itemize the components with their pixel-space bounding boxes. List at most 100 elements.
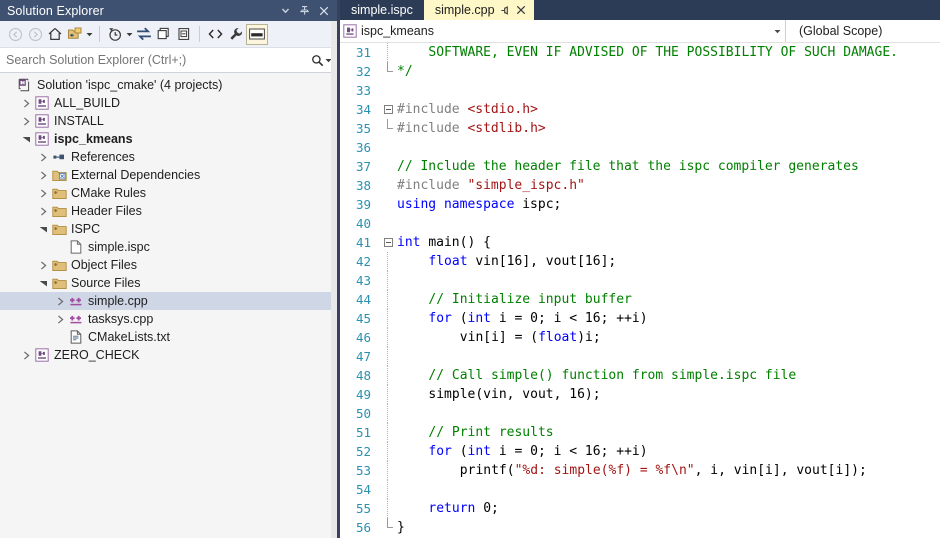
sync-arrows-icon[interactable]	[134, 23, 154, 45]
close-icon[interactable]	[314, 1, 333, 20]
code-line[interactable]: 44 // Initialize input buffer	[337, 290, 940, 309]
tree-item-references[interactable]: References	[0, 148, 337, 166]
properties-window-icon[interactable]	[246, 23, 268, 45]
search-icon[interactable]	[311, 54, 324, 67]
collapse-all-icon[interactable]	[174, 23, 194, 45]
tree-item-cmake-rules[interactable]: CMake Rules	[0, 184, 337, 202]
code-line[interactable]: 36	[337, 138, 940, 157]
chevron-down-icon[interactable]	[276, 1, 295, 20]
refresh-windows-icon[interactable]	[154, 23, 174, 45]
scope-dropdown[interactable]: (Global Scope)	[786, 20, 940, 42]
code-line[interactable]: 31 SOFTWARE, EVEN IF ADVISED OF THE POSSI…	[337, 43, 940, 62]
forward-button[interactable]	[25, 23, 45, 45]
expander-collapsed-icon[interactable]	[54, 310, 67, 328]
wrench-icon[interactable]	[226, 23, 246, 45]
line-number: 48	[355, 368, 371, 383]
expander-collapsed-icon[interactable]	[20, 112, 33, 130]
code-line[interactable]: 37 // Include the header file that the is…	[337, 157, 940, 176]
project-caret-down-icon[interactable]	[769, 29, 785, 34]
editor-tab-simple-cpp[interactable]: simple.cpp	[423, 0, 534, 20]
collapse-region-icon[interactable]	[379, 100, 397, 119]
pane-divider[interactable]	[337, 0, 340, 538]
code-line[interactable]: 48 // Call simple() function from simple.…	[337, 366, 940, 385]
tree-item-ispc-kmeans[interactable]: ispc_kmeans	[0, 130, 337, 148]
code-line[interactable]: 34 #include <stdio.h>	[337, 100, 940, 119]
expander-collapsed-icon[interactable]	[37, 166, 50, 184]
cpp-file-icon	[67, 292, 85, 310]
expander-expanded-icon[interactable]	[37, 274, 50, 292]
fold-guide	[379, 309, 397, 328]
code-line[interactable]: 40	[337, 214, 940, 233]
code-line[interactable]: 32 */	[337, 62, 940, 81]
pending-changes-caret-down-icon[interactable]	[125, 32, 134, 37]
line-number: 32	[355, 64, 371, 79]
expander-expanded-icon[interactable]	[37, 220, 50, 238]
expander-collapsed-icon[interactable]	[37, 184, 50, 202]
tree-item-header-files[interactable]: Header Files	[0, 202, 337, 220]
pin-icon[interactable]	[497, 5, 512, 16]
code-line[interactable]: 49 simple(vin, vout, 16);	[337, 385, 940, 404]
expander-collapsed-icon[interactable]	[37, 256, 50, 274]
expander-collapsed-icon[interactable]	[37, 202, 50, 220]
code-line[interactable]: 51 // Print results	[337, 423, 940, 442]
code-line[interactable]: 42 float vin[16], vout[16];	[337, 252, 940, 271]
tree-item-all-build[interactable]: ALL_BUILD	[0, 94, 337, 112]
code-token: main() {	[428, 235, 491, 250]
code-line[interactable]: 56}	[337, 518, 940, 537]
expander-collapsed-icon[interactable]	[37, 148, 50, 166]
search-input[interactable]	[6, 53, 311, 67]
code-line[interactable]: 43	[337, 271, 940, 290]
tree-item-install[interactable]: INSTALL	[0, 112, 337, 130]
code-line[interactable]: 52 for (int i = 0; i < 16; ++i)	[337, 442, 940, 461]
project-dropdown[interactable]: ispc_kmeans	[337, 20, 786, 42]
tree-item-object-files[interactable]: Object Files	[0, 256, 337, 274]
code-line[interactable]: 50	[337, 404, 940, 423]
expander-collapsed-icon[interactable]	[20, 94, 33, 112]
tree-item-simple-ispc[interactable]: simple.ispc	[0, 238, 337, 256]
code-brackets-icon[interactable]	[205, 23, 226, 45]
tree-item-solution-ispc-cmake-4-projects[interactable]: Solution 'ispc_cmake' (4 projects)	[0, 76, 337, 94]
fold-guide	[379, 347, 397, 366]
code-line[interactable]: 54	[337, 480, 940, 499]
line-number: 41	[355, 235, 371, 250]
editor-tab-simple-ispc[interactable]: simple.ispc	[340, 0, 424, 20]
tree-item-cmakelists-txt[interactable]: CMakeLists.txt	[0, 328, 337, 346]
code-line[interactable]: 39 using namespace ispc;	[337, 195, 940, 214]
code-line[interactable]: 53 printf("%d: simple(%f) = %f\n", i, vin…	[337, 461, 940, 480]
code-token: int	[467, 311, 499, 326]
expander-collapsed-icon[interactable]	[54, 292, 67, 310]
expander-collapsed-icon[interactable]	[20, 346, 33, 364]
solution-tree[interactable]: Solution 'ispc_cmake' (4 projects) ALL_BU…	[0, 73, 337, 538]
code-text: #include <stdlib.h>	[397, 121, 546, 136]
code-line[interactable]: 35 #include <stdlib.h>	[337, 119, 940, 138]
tree-item-zero-check[interactable]: ZERO_CHECK	[0, 346, 337, 364]
home-icon[interactable]	[45, 23, 65, 45]
code-line[interactable]: 38 #include "simple_ispc.h"	[337, 176, 940, 195]
collapse-region-icon[interactable]	[379, 233, 397, 252]
code-line[interactable]: 47	[337, 347, 940, 366]
solution-views-caret-down-icon[interactable]	[85, 32, 94, 37]
code-line[interactable]: 55 return 0;	[337, 499, 940, 518]
code-editor[interactable]: 31 SOFTWARE, EVEN IF ADVISED OF THE POSSI…	[337, 43, 940, 538]
line-number: 44	[355, 292, 371, 307]
folder-switch-icon[interactable]	[65, 23, 85, 45]
code-line[interactable]: 45 for (int i = 0; i < 16; ++i)	[337, 309, 940, 328]
code-line[interactable]: 46 vin[i] = (float)i;	[337, 328, 940, 347]
code-text: vin[i] = (float)i;	[397, 330, 601, 345]
clock-filter-icon[interactable]	[105, 23, 125, 45]
tree-item-external-dependencies[interactable]: External Dependencies	[0, 166, 337, 184]
code-line[interactable]: 33	[337, 81, 940, 100]
expander-expanded-icon[interactable]	[20, 130, 33, 148]
search-solution-explorer-bar[interactable]	[0, 48, 337, 73]
tree-item-tasksys-cpp[interactable]: tasksys.cpp	[0, 310, 337, 328]
back-button[interactable]	[5, 23, 25, 45]
tree-item-source-files[interactable]: Source Files	[0, 274, 337, 292]
code-text: }	[397, 520, 405, 535]
tree-item-simple-cpp[interactable]: simple.cpp	[0, 292, 337, 310]
code-text: #include "simple_ispc.h"	[397, 178, 585, 193]
pin-icon[interactable]	[295, 1, 314, 20]
editor-tabstrip: simple.ispc simple.cpp	[337, 0, 940, 20]
tree-item-ispc[interactable]: ISPC	[0, 220, 337, 238]
close-icon[interactable]	[514, 5, 529, 15]
code-line[interactable]: 41 int main() {	[337, 233, 940, 252]
